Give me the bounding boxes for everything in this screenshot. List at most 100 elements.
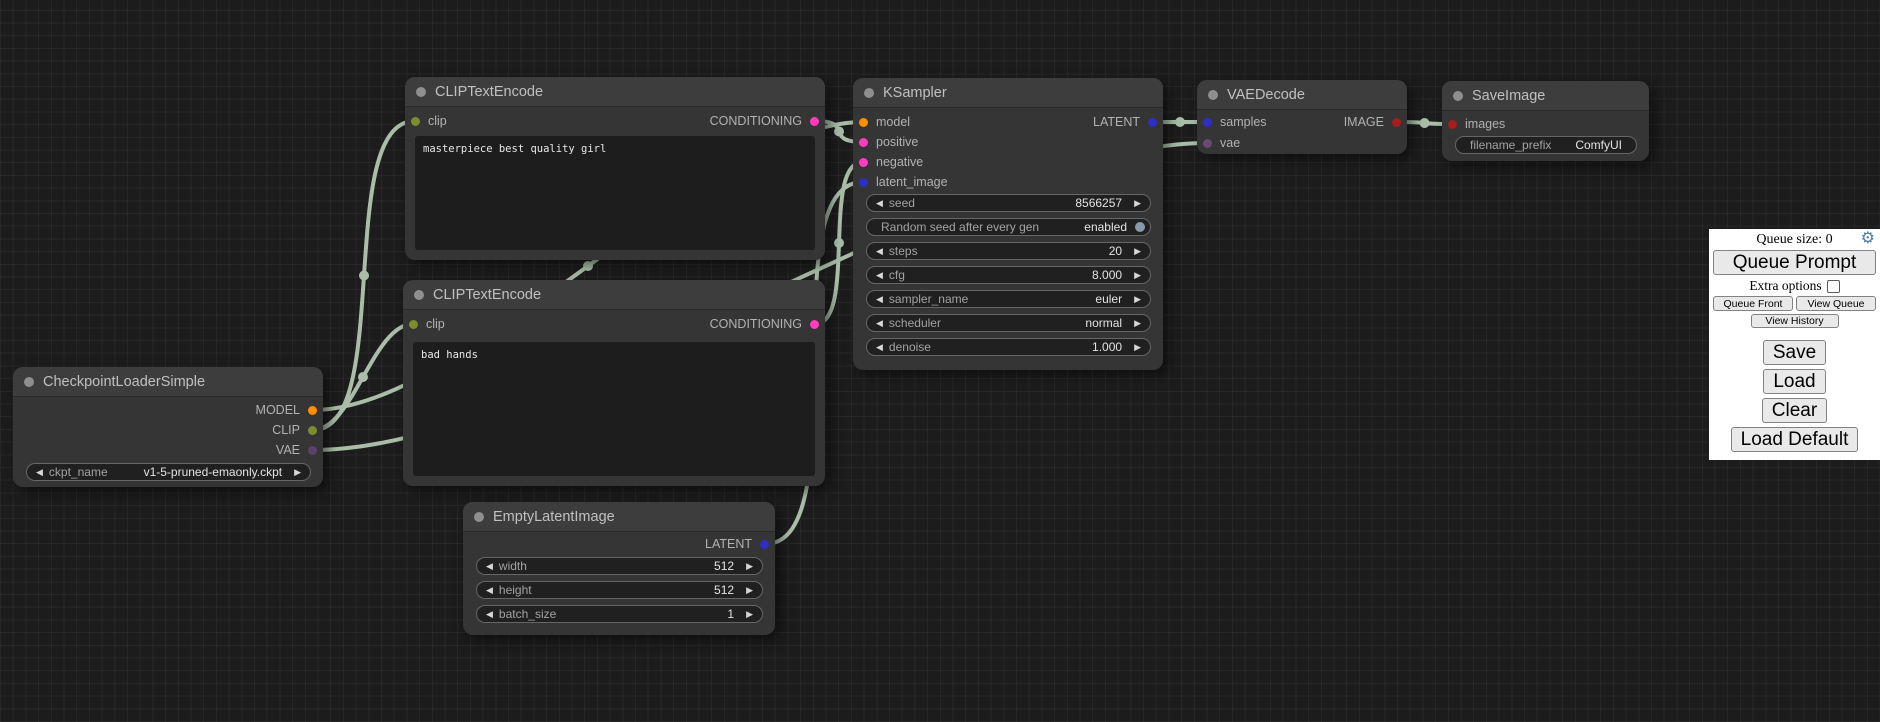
input-dot-positive[interactable] — [859, 138, 868, 147]
decrement-arrow-icon[interactable]: ◀ — [27, 463, 43, 481]
widget-label: cfg — [889, 268, 905, 282]
link-midpoint-dot — [834, 238, 844, 248]
extra-options-checkbox[interactable] — [1827, 280, 1840, 293]
link-midpoint-dot — [583, 261, 593, 271]
decrement-arrow-icon[interactable]: ◀ — [867, 194, 883, 212]
collapse-dot-icon[interactable] — [1453, 91, 1463, 101]
decrement-arrow-icon[interactable]: ◀ — [477, 581, 493, 599]
output-dot-CLIP[interactable] — [308, 426, 317, 435]
widget-width[interactable]: ◀width512▶ — [476, 557, 763, 575]
increment-arrow-icon[interactable]: ▶ — [294, 463, 310, 481]
input-dot-model[interactable] — [859, 118, 868, 127]
decrement-arrow-icon[interactable]: ◀ — [867, 338, 883, 356]
collapse-dot-icon[interactable] — [474, 512, 484, 522]
input-dot-negative[interactable] — [859, 158, 868, 167]
increment-arrow-icon[interactable]: ▶ — [746, 581, 762, 599]
output-dot-MODEL[interactable] — [308, 406, 317, 415]
output-dot-CONDITIONING[interactable] — [810, 117, 819, 126]
decrement-arrow-icon[interactable]: ◀ — [867, 290, 883, 308]
toggle-on-dot[interactable] — [1135, 222, 1145, 232]
collapse-dot-icon[interactable] — [24, 377, 34, 387]
decrement-arrow-icon[interactable]: ◀ — [477, 605, 493, 623]
load-button[interactable]: Load — [1763, 369, 1825, 394]
node-title-bar[interactable]: KSampler — [853, 78, 1163, 108]
widget-value: v1-5-pruned-emaonly.ckpt — [144, 465, 283, 479]
link-midpoint-dot — [358, 372, 368, 382]
node-empty-latent-image[interactable]: EmptyLatentImage LATENT ◀width512▶ ◀height5… — [463, 502, 775, 635]
increment-arrow-icon[interactable]: ▶ — [746, 557, 762, 575]
collapse-dot-icon[interactable] — [414, 290, 424, 300]
node-title-bar[interactable]: CLIPTextEncode — [403, 280, 825, 310]
node-checkpoint-loader[interactable]: CheckpointLoaderSimpleMODELCLIPVAE◀ckpt_… — [13, 367, 323, 487]
collapse-dot-icon[interactable] — [416, 87, 426, 97]
node-title-bar[interactable]: CheckpointLoaderSimple — [13, 367, 323, 397]
output-dot-LATENT[interactable] — [760, 540, 769, 549]
output-dot-LATENT[interactable] — [1148, 118, 1157, 127]
view-history-button[interactable]: View History — [1751, 314, 1839, 328]
input-slot-label: clip — [428, 114, 447, 128]
view-queue-button[interactable]: View Queue — [1796, 296, 1876, 311]
input-dot-clip[interactable] — [411, 117, 420, 126]
input-dot-clip[interactable] — [409, 320, 418, 329]
widget-scheduler[interactable]: ◀schedulernormal▶ — [866, 314, 1151, 332]
settings-gear-icon[interactable]: ⚙ — [1861, 231, 1875, 247]
widget-steps[interactable]: ◀steps20▶ — [866, 242, 1151, 260]
widget-batch_size[interactable]: ◀batch_size1▶ — [476, 605, 763, 623]
widget-seed[interactable]: ◀seed8566257▶ — [866, 194, 1151, 212]
output-slot-label: LATENT — [705, 537, 752, 551]
queue-panel: Queue size: 0 ⚙ Queue Prompt Extra optio… — [1709, 229, 1880, 460]
output-dot-CONDITIONING[interactable] — [810, 320, 819, 329]
widget-sampler_name[interactable]: ◀sampler_nameeuler▶ — [866, 290, 1151, 308]
widget-value: ComfyUI — [1575, 138, 1622, 152]
increment-arrow-icon[interactable]: ▶ — [1134, 194, 1150, 212]
input-dot-vae[interactable] — [1203, 139, 1212, 148]
output-dot-VAE[interactable] — [308, 446, 317, 455]
widget-Random seed after every gen[interactable]: Random seed after every genenabled — [866, 218, 1151, 236]
increment-arrow-icon[interactable]: ▶ — [1134, 266, 1150, 284]
clear-button[interactable]: Clear — [1762, 398, 1827, 423]
node-title-bar[interactable]: CLIPTextEncode — [405, 77, 825, 107]
increment-arrow-icon[interactable]: ▶ — [1134, 314, 1150, 332]
input-dot-samples[interactable] — [1203, 118, 1212, 127]
input-slot-label: samples — [1220, 115, 1267, 129]
prompt-textarea[interactable]: masterpiece best quality girl — [415, 136, 815, 250]
decrement-arrow-icon[interactable]: ◀ — [867, 314, 883, 332]
save-button[interactable]: Save — [1763, 340, 1826, 365]
collapse-dot-icon[interactable] — [864, 88, 874, 98]
input-dot-images[interactable] — [1448, 120, 1457, 129]
increment-arrow-icon[interactable]: ▶ — [1134, 242, 1150, 260]
widget-height[interactable]: ◀height512▶ — [476, 581, 763, 599]
collapse-dot-icon[interactable] — [1208, 90, 1218, 100]
widget-value: normal — [1085, 316, 1122, 330]
node-title-bar[interactable]: VAEDecode — [1197, 80, 1407, 110]
prompt-textarea[interactable]: bad hands — [413, 342, 815, 476]
increment-arrow-icon[interactable]: ▶ — [1134, 290, 1150, 308]
widget-denoise[interactable]: ◀denoise1.000▶ — [866, 338, 1151, 356]
node-title: CheckpointLoaderSimple — [43, 374, 205, 390]
output-dot-IMAGE[interactable] — [1392, 118, 1401, 127]
link-midpoint-dot — [359, 271, 369, 281]
increment-arrow-icon[interactable]: ▶ — [746, 605, 762, 623]
node-clip-text-encode-positive[interactable]: CLIPTextEncodeclipCONDITIONINGmasterpiec… — [405, 77, 825, 260]
queue-prompt-button[interactable]: Queue Prompt — [1713, 250, 1876, 275]
decrement-arrow-icon[interactable]: ◀ — [477, 557, 493, 575]
increment-arrow-icon[interactable]: ▶ — [1134, 338, 1150, 356]
widget-filename_prefix[interactable]: filename_prefixComfyUI — [1455, 136, 1637, 154]
decrement-arrow-icon[interactable]: ◀ — [867, 266, 883, 284]
node-save-image[interactable]: SaveImageimagesfilename_prefixComfyUI — [1442, 81, 1649, 161]
widget-label: ckpt_name — [49, 465, 108, 479]
node-title-bar[interactable]: EmptyLatentImage — [463, 502, 775, 532]
load-default-button[interactable]: Load Default — [1731, 427, 1859, 452]
node-title-bar[interactable]: SaveImage — [1442, 81, 1649, 111]
widget-cfg[interactable]: ◀cfg8.000▶ — [866, 266, 1151, 284]
queue-front-button[interactable]: Queue Front — [1713, 296, 1793, 311]
widget-ckpt_name[interactable]: ◀ ckpt_name v1-5-pruned-emaonly.ckpt ▶ — [26, 463, 311, 481]
decrement-arrow-icon[interactable]: ◀ — [867, 242, 883, 260]
graph-canvas[interactable]: Queue size: 0 ⚙ Queue Prompt Extra optio… — [0, 0, 1880, 722]
input-dot-latent_image[interactable] — [859, 178, 868, 187]
node-vae-decode[interactable]: VAEDecodesamplesvaeIMAGE — [1197, 80, 1407, 154]
input-slot-label: model — [876, 115, 910, 129]
node-title: CLIPTextEncode — [435, 84, 543, 100]
node-ksampler[interactable]: KSamplermodelpositivenegativelatent_imag… — [853, 78, 1163, 370]
node-clip-text-encode-negative[interactable]: CLIPTextEncodeclipCONDITIONINGbad hands — [403, 280, 825, 486]
